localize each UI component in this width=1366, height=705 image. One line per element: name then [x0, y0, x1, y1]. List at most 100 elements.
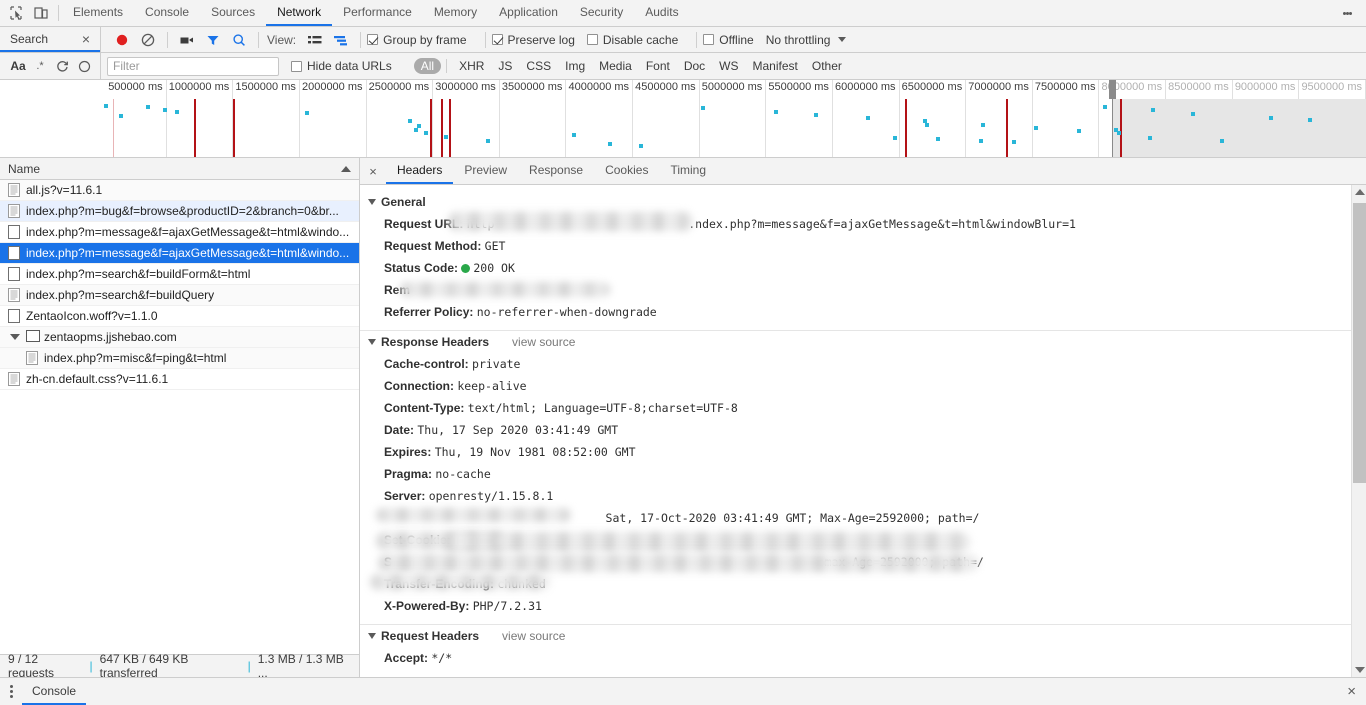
filter-type-doc[interactable]: Doc — [677, 58, 712, 74]
overview-request-dot — [1150, 108, 1155, 113]
scroll-up-icon[interactable] — [1355, 189, 1365, 195]
script-file-icon — [8, 204, 20, 218]
headers-section-title[interactable]: Request Headers view source — [360, 625, 1366, 647]
script-file-icon — [8, 288, 20, 302]
preserve-log-label: Preserve log — [507, 32, 575, 47]
headers-section-title[interactable]: General — [360, 191, 1366, 213]
details-tab-preview[interactable]: Preview — [453, 158, 518, 184]
request-row[interactable]: index.php?m=bug&f=browse&productID=2&bra… — [0, 201, 359, 222]
filter-type-manifest[interactable]: Manifest — [746, 58, 805, 74]
record-button[interactable] — [109, 28, 135, 52]
details-scrollbar[interactable] — [1351, 185, 1366, 677]
offline-checkbox[interactable]: Offline — [703, 33, 754, 47]
status-resources: 1.3 MB / 1.3 MB ... — [257, 652, 344, 680]
toolbar-divider-5 — [696, 31, 698, 48]
overview-request-dot — [424, 131, 429, 136]
drawer-close-icon[interactable]: × — [1347, 683, 1356, 700]
details-tab-timing[interactable]: Timing — [659, 158, 717, 184]
request-row[interactable]: index.php?m=message&f=ajaxGetMessage&t=h… — [0, 222, 359, 243]
tab-sources[interactable]: Sources — [200, 0, 266, 26]
details-tab-cookies[interactable]: Cookies — [594, 158, 659, 184]
overview-request-dot — [145, 105, 150, 110]
tab-network[interactable]: Network — [266, 0, 333, 26]
details-tab-headers[interactable]: Headers — [386, 158, 454, 184]
tab-audits[interactable]: Audits — [634, 0, 689, 26]
view-list-icon[interactable] — [302, 28, 328, 52]
request-row[interactable]: index.php?m=message&f=ajaxGetMessage&t=h… — [0, 243, 359, 264]
tab-memory-label: Memory — [433, 5, 478, 19]
header-key: Server: — [384, 489, 429, 503]
headers-section-title[interactable]: Response Headers view source — [360, 331, 1366, 353]
drawer-menu-icon[interactable] — [0, 684, 22, 699]
group-by-frame-checkbox[interactable]: Group by frame — [367, 33, 467, 47]
filter-input[interactable] — [107, 56, 279, 76]
drawer-tab-console[interactable]: Console — [22, 678, 87, 705]
view-waterfall-icon[interactable] — [328, 28, 354, 52]
filter-type-font[interactable]: Font — [639, 58, 677, 74]
capture-screenshots-icon[interactable] — [174, 28, 200, 52]
preserve-log-checkbox[interactable]: Preserve log — [491, 32, 575, 47]
clear-search-icon[interactable] — [74, 56, 94, 76]
hide-data-urls-checkbox[interactable]: Hide data URLs — [291, 59, 392, 73]
section-twisty-icon[interactable] — [368, 633, 376, 639]
filter-icon[interactable] — [200, 28, 226, 52]
request-row[interactable]: ZentaoIcon.woff?v=1.1.0 — [0, 306, 359, 327]
chevron-down-icon[interactable] — [838, 37, 847, 42]
filter-type-img[interactable]: Img — [558, 58, 592, 74]
request-row[interactable]: index.php?m=misc&f=ping&t=html — [0, 348, 359, 369]
tab-performance-label: Performance — [343, 5, 412, 19]
search-close-icon[interactable]: × — [80, 32, 92, 46]
overview-unselected-region — [1111, 99, 1366, 157]
filter-type-css[interactable]: CSS — [519, 58, 558, 74]
scroll-down-icon[interactable] — [1355, 667, 1365, 673]
request-row[interactable]: zh-cn.default.css?v=11.6.1 — [0, 369, 359, 390]
refresh-icon[interactable] — [52, 56, 72, 76]
filter-type-other[interactable]: Other — [805, 58, 849, 74]
request-row[interactable]: index.php?m=search&f=buildForm&t=html — [0, 264, 359, 285]
request-row[interactable]: all.js?v=11.6.1 — [0, 180, 359, 201]
scrollbar-thumb[interactable] — [1353, 203, 1366, 483]
tab-application[interactable]: Application — [488, 0, 569, 26]
filter-type-ws[interactable]: WS — [712, 58, 745, 74]
section-twisty-icon[interactable] — [368, 199, 376, 205]
clear-button[interactable] — [135, 28, 161, 52]
view-source-link[interactable]: view source — [512, 335, 575, 349]
overview-tick-label: 6500000 ms — [901, 81, 963, 93]
disable-cache-checkbox[interactable]: Disable cache — [586, 33, 678, 47]
device-toolbar-icon[interactable] — [33, 5, 49, 21]
inspect-element-icon[interactable] — [8, 5, 24, 21]
tab-security[interactable]: Security — [569, 0, 634, 26]
throttling-value[interactable]: No throttling — [766, 33, 831, 47]
sort-ascending-icon[interactable] — [341, 165, 351, 172]
search-drawer-tab[interactable]: Search × — [0, 27, 100, 52]
view-source-link[interactable]: view source — [502, 629, 565, 643]
filter-type-js[interactable]: JS — [491, 58, 519, 74]
tab-memory[interactable]: Memory — [423, 0, 488, 26]
section-twisty-icon[interactable] — [368, 339, 376, 345]
network-overview[interactable]: 500000 ms 1000000 ms 1500000 ms 2000000 ms 2… — [0, 80, 1366, 158]
details-tab-response[interactable]: Response — [518, 158, 594, 184]
resource-type-filters: All XHR JS CSS Img Media Font Doc WS Man… — [413, 58, 849, 74]
search-icon[interactable] — [226, 28, 252, 52]
request-row[interactable]: zentaopms.jjshebao.com — [0, 327, 359, 348]
expand-twisty-icon[interactable] — [10, 334, 20, 340]
overview-canvas[interactable]: 500000 ms 1000000 ms 1500000 ms 2000000 ms 2… — [100, 80, 1366, 157]
filter-type-all[interactable]: All — [413, 58, 442, 74]
tab-elements[interactable]: Elements — [62, 0, 134, 26]
overview-gutter — [0, 80, 100, 157]
main-more-options-icon[interactable] — [1338, 0, 1356, 26]
tab-console[interactable]: Console — [134, 0, 200, 26]
request-row[interactable]: index.php?m=search&f=buildQuery — [0, 285, 359, 306]
script-file-icon — [8, 372, 20, 386]
filter-type-xhr[interactable]: XHR — [452, 58, 491, 74]
match-case-icon[interactable]: Aa — [8, 56, 28, 76]
details-close-icon[interactable]: × — [360, 158, 386, 184]
toolbar-divider-3 — [360, 31, 362, 48]
request-list-header[interactable]: Name — [0, 158, 359, 180]
regex-icon[interactable]: .* — [30, 56, 50, 76]
network-status-bar: 9 / 12 requests | 647 KB / 649 KB transf… — [0, 652, 359, 680]
tab-performance[interactable]: Performance — [332, 0, 423, 26]
overview-range-handle[interactable] — [1108, 80, 1116, 99]
redacted-region — [376, 508, 571, 522]
filter-type-media[interactable]: Media — [592, 58, 639, 74]
